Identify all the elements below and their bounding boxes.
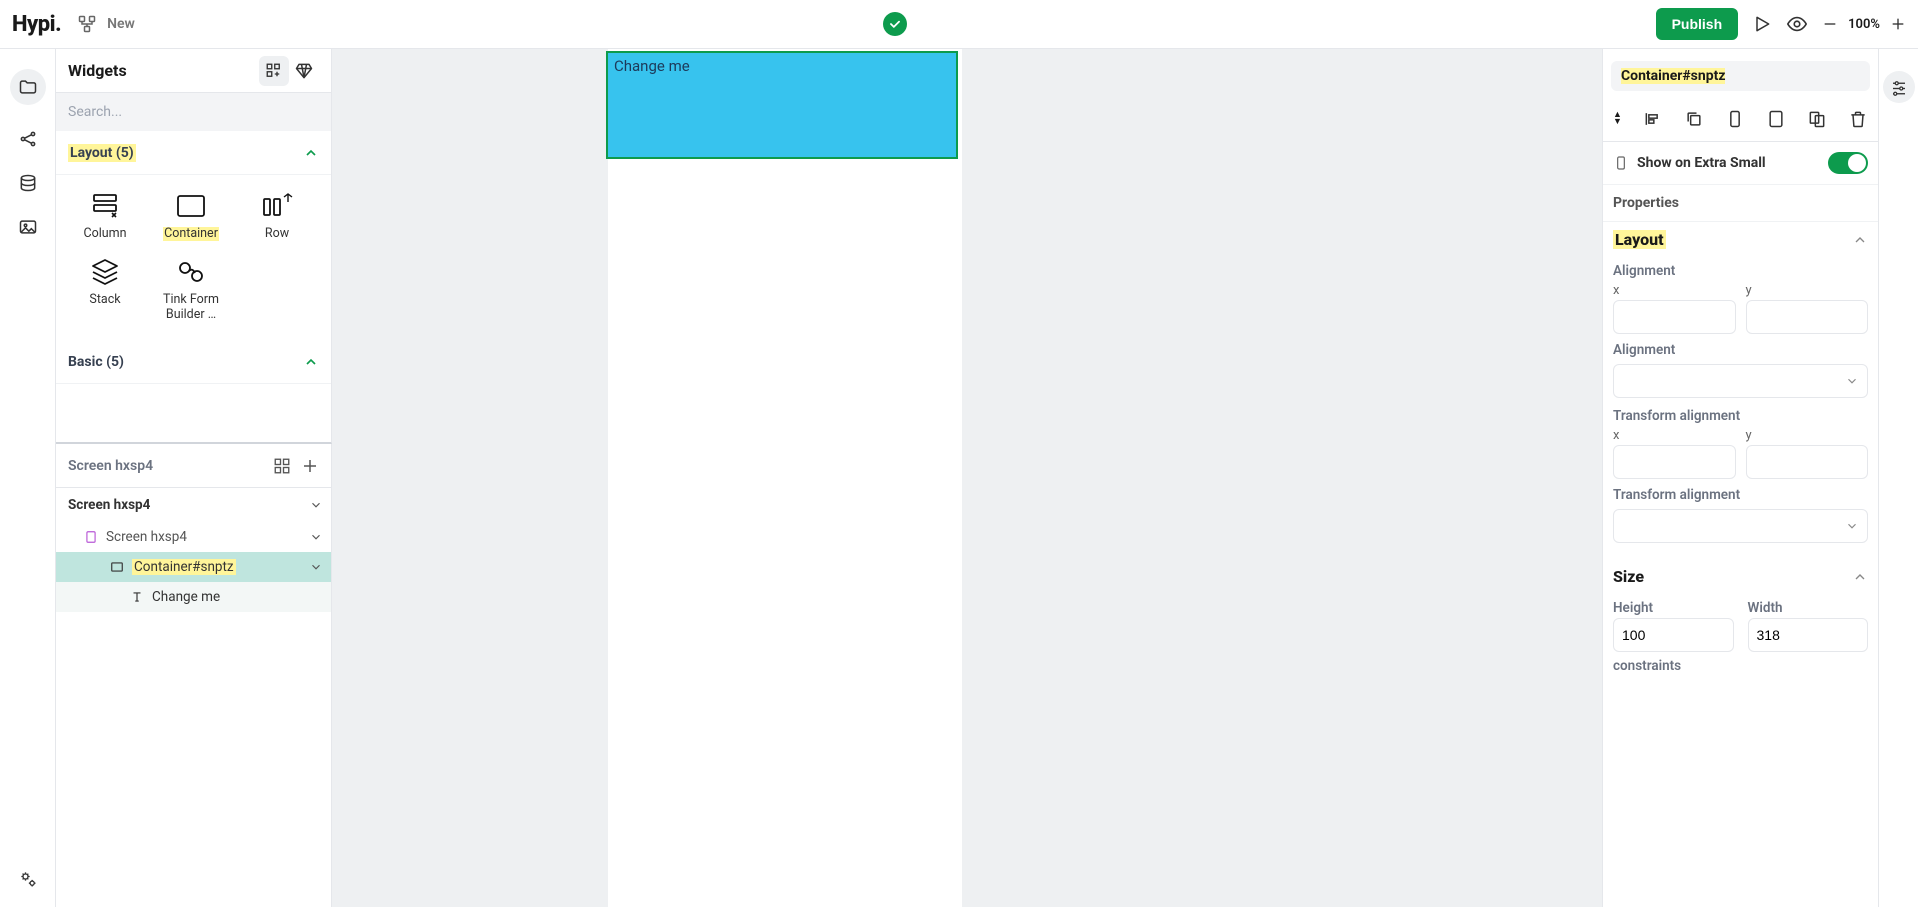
selected-element-title: Container#snptz bbox=[1611, 61, 1870, 91]
grid-icon[interactable] bbox=[273, 457, 291, 475]
canvas-container[interactable]: Change me bbox=[606, 51, 958, 159]
zoom-in-icon[interactable] bbox=[1890, 16, 1906, 32]
tree-screen[interactable]: Screen hxsp4 bbox=[56, 522, 331, 552]
widget-row[interactable]: Row bbox=[234, 185, 320, 251]
height-label: Height bbox=[1613, 594, 1734, 618]
widgets-title: Widgets bbox=[68, 61, 127, 80]
alignment-y-input[interactable] bbox=[1746, 300, 1869, 334]
screen-icon bbox=[84, 530, 98, 544]
topbar: Hypi. New Publish 100% bbox=[0, 0, 1918, 49]
show-on-toggle[interactable] bbox=[1828, 152, 1868, 174]
chevron-down-icon bbox=[309, 498, 331, 512]
chevron-up-icon bbox=[303, 145, 319, 161]
zoom-value: 100% bbox=[1848, 17, 1880, 32]
duplicate-icon[interactable] bbox=[1807, 109, 1827, 129]
chevron-up-icon bbox=[1852, 232, 1868, 248]
tablet-icon[interactable] bbox=[1766, 109, 1786, 129]
canvas[interactable]: Change me bbox=[332, 49, 1628, 907]
properties-heading: Properties bbox=[1603, 185, 1878, 222]
chevron-up-icon bbox=[303, 354, 319, 370]
chevron-down-icon bbox=[309, 530, 331, 544]
tree-head-label: Screen hxsp4 bbox=[68, 458, 153, 474]
reorder-icon[interactable]: ▲▼ bbox=[1613, 112, 1622, 126]
widgets-grid-icon[interactable] bbox=[259, 56, 289, 86]
chevron-up-icon bbox=[1852, 569, 1868, 585]
transform-alignment2-label: Transform alignment bbox=[1603, 481, 1878, 505]
image-icon[interactable] bbox=[18, 217, 38, 237]
widget-container[interactable]: Container bbox=[148, 185, 234, 251]
alignment-select[interactable] bbox=[1613, 364, 1868, 398]
copy-icon[interactable] bbox=[1684, 109, 1704, 129]
transform-y-input[interactable] bbox=[1746, 445, 1869, 479]
constraints-label: constraints bbox=[1603, 652, 1878, 676]
play-icon[interactable] bbox=[1752, 14, 1772, 34]
widget-column[interactable]: Column bbox=[62, 185, 148, 251]
size-section[interactable]: Size bbox=[1603, 559, 1878, 594]
width-input[interactable] bbox=[1748, 618, 1869, 652]
section-layout[interactable]: Layout (5) bbox=[56, 131, 331, 175]
alignment2-label: Alignment bbox=[1603, 336, 1878, 360]
trash-icon[interactable] bbox=[1848, 109, 1868, 129]
transform-alignment-select[interactable] bbox=[1613, 509, 1868, 543]
sitemap-icon[interactable] bbox=[77, 14, 97, 34]
search-input[interactable]: Search... bbox=[56, 93, 331, 131]
canvas-container-text: Change me bbox=[614, 57, 690, 75]
status-check-icon bbox=[883, 12, 907, 36]
container-icon bbox=[110, 560, 124, 574]
sliders-icon[interactable] bbox=[1883, 71, 1915, 103]
publish-button[interactable]: Publish bbox=[1656, 8, 1739, 40]
section-basic[interactable]: Basic (5) bbox=[56, 340, 331, 384]
tree-root[interactable]: Screen hxsp4 bbox=[56, 488, 331, 522]
device-icon[interactable] bbox=[1725, 109, 1745, 129]
new-label[interactable]: New bbox=[107, 16, 135, 32]
logo[interactable]: Hypi. bbox=[12, 12, 61, 37]
properties-panel: Container#snptz ▲▼ Show on Extra Small P… bbox=[1602, 49, 1878, 907]
alignment-label: Alignment bbox=[1603, 257, 1878, 281]
folder-icon[interactable] bbox=[10, 69, 46, 105]
tree-panel: Screen hxsp4 Screen hxsp4 Screen hxsp4 C… bbox=[56, 444, 332, 907]
zoom-out-icon[interactable] bbox=[1822, 16, 1838, 32]
alignment-x-input[interactable] bbox=[1613, 300, 1736, 334]
transform-alignment-label: Transform alignment bbox=[1603, 402, 1878, 426]
widget-tink-form[interactable]: Tink Form Builder … bbox=[148, 251, 234, 332]
plus-icon[interactable] bbox=[301, 457, 319, 475]
tree-text[interactable]: Change me bbox=[56, 582, 331, 612]
chevron-down-icon bbox=[309, 560, 331, 574]
database-icon[interactable] bbox=[18, 173, 38, 193]
layout-section[interactable]: Layout bbox=[1603, 222, 1878, 257]
artboard[interactable]: Change me bbox=[608, 49, 962, 907]
tree-container[interactable]: Container#snptz bbox=[56, 552, 331, 582]
phone-icon bbox=[1613, 155, 1629, 171]
settings-icon[interactable] bbox=[18, 869, 38, 889]
show-on-label: Show on Extra Small bbox=[1637, 155, 1766, 171]
width-label: Width bbox=[1748, 594, 1869, 618]
widgets-panel: Widgets Search... Layout (5) Column Cont… bbox=[56, 49, 332, 444]
left-rail bbox=[0, 49, 56, 907]
transform-x-input[interactable] bbox=[1613, 445, 1736, 479]
share-icon[interactable] bbox=[18, 129, 38, 149]
widget-stack[interactable]: Stack bbox=[62, 251, 148, 332]
diamond-icon[interactable] bbox=[289, 56, 319, 86]
text-icon bbox=[130, 590, 144, 604]
height-input[interactable] bbox=[1613, 618, 1734, 652]
right-rail bbox=[1878, 49, 1918, 907]
align-icon[interactable] bbox=[1643, 109, 1663, 129]
preview-icon[interactable] bbox=[1786, 13, 1808, 35]
